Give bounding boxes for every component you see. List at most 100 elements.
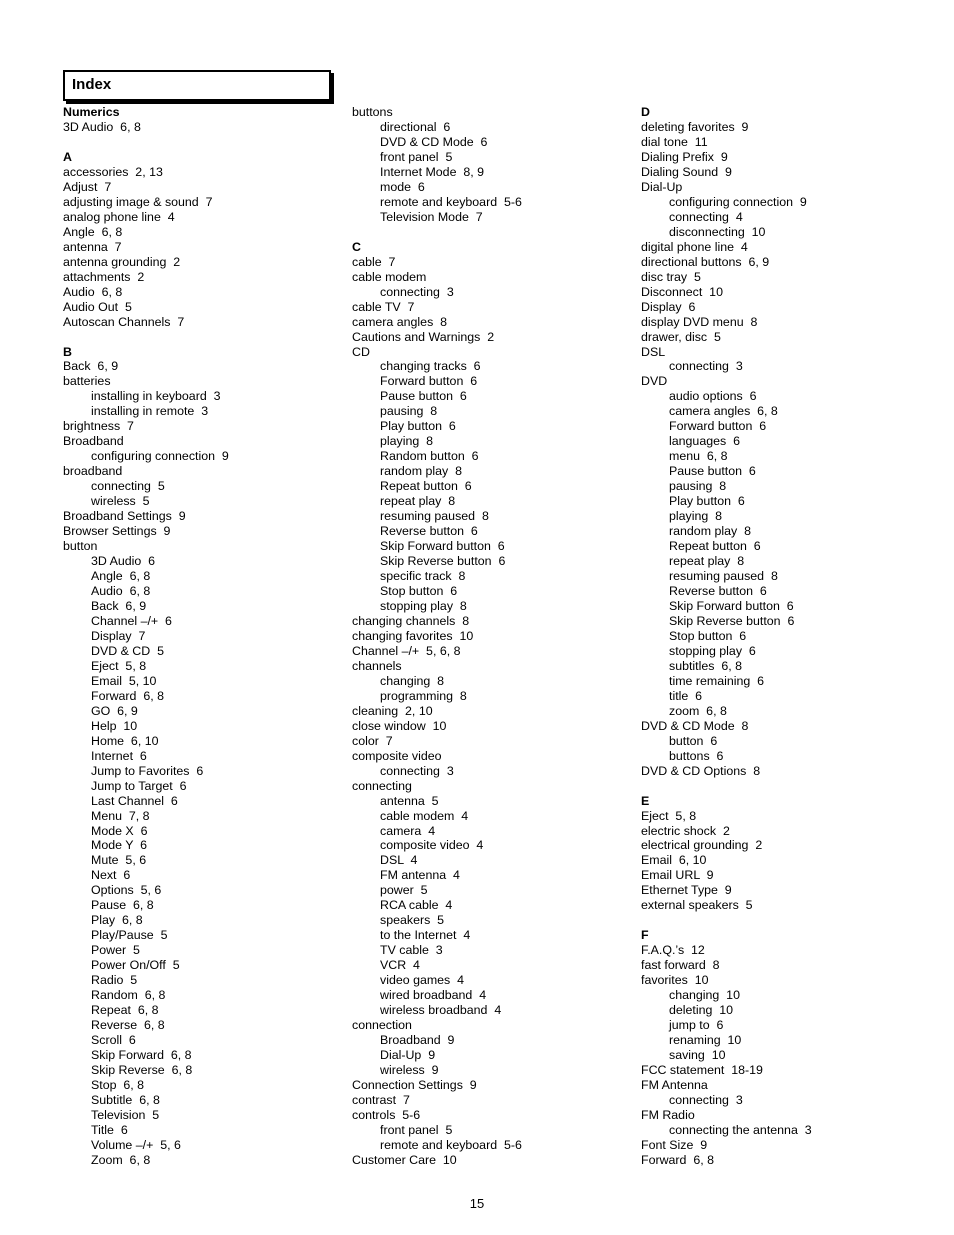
index-subentry: Eject 5, 8 [91,658,147,673]
index-subentry: programming 8 [380,688,467,703]
index-subentry: Stop button 6 [380,584,458,598]
index-subentry: jump to 6 [669,1018,724,1033]
index-subentry: Next 6 [91,868,131,883]
index-entry: Audio 6, 8 [63,284,123,299]
index-column-2: buttons directional 6 DVD & CD Mode 6 front… [352,105,632,1168]
page-number: 15 [469,1196,485,1211]
index-entry: DSL [641,344,666,359]
index-entry: CD [352,344,370,359]
index-column-1: Numerics 3D Audio 6, 8 Aaccessories 2, 13 A… [63,105,343,1168]
index-subentry: saving 10 [669,1048,726,1063]
index-entry: Font Size 9 [641,1137,708,1152]
index-subentry: Play button 6 [669,494,745,509]
index-subentry: Jump to Favorites 6 [91,763,204,778]
index-entry: DVD & CD Options 8 [641,763,761,778]
index-subentry: wireless broadband 4 [380,1003,502,1018]
index-subentry: connecting 5 [91,479,165,494]
index-entry: drawer, disc 5 [641,329,721,344]
index-subentry: GO 6, 9 [91,703,138,718]
index-section-heading: E [641,793,650,808]
index-entry: Email 6, 10 [641,853,707,868]
index-subentry: changing 8 [380,673,445,688]
index-subentry: FM antenna 4 [380,868,460,883]
index-subentry: remote and keyboard 5-6 [380,1137,522,1152]
index-subentry: Radio 5 [91,973,138,988]
index-entry: Dial-Up [641,179,683,194]
index-subentry: languages 6 [669,434,740,449]
index-subentry: repeat play 8 [669,554,745,569]
index-subentry: Display 7 [91,628,146,643]
index-subentry: Play button 6 [380,419,456,434]
index-subentry: Volume –/+ 5, 6 [91,1137,181,1152]
index-entry: FM Antenna [641,1077,708,1092]
index-entry: electrical grounding 2 [641,838,763,853]
index-subentry: Help 10 [91,718,138,733]
index-subentry: mode 6 [380,179,425,194]
index-subentry: Forward button 6 [380,374,478,389]
index-subentry: Random 6, 8 [91,988,166,1003]
index-subentry: connecting 3 [380,284,454,299]
index-entry: Connection Settings 9 [352,1077,477,1092]
index-entry: external speakers 5 [641,898,753,913]
index-entry: camera angles 8 [352,314,448,329]
index-subentry: changing tracks 6 [380,359,481,374]
index-entry: FCC statement 18-19 [641,1063,763,1077]
index-subentry: Jump to Target 6 [91,778,187,793]
index-subentry: playing 8 [669,509,723,524]
index-subentry: audio options 6 [669,389,757,404]
index-entry: close window 10 [352,718,447,733]
index-subentry: Repeat button 6 [669,539,761,554]
index-subentry: DVD & CD 5 [91,643,164,658]
index-subentry: configuring connection 9 [91,449,229,464]
index-entry: Display 6 [641,299,696,314]
index-subentry: connecting 3 [669,359,743,374]
index-subentry: Title 6 [91,1122,128,1137]
index-subentry: DVD & CD Mode 6 [380,134,488,149]
index-subentry: 3D Audio 6 [91,554,156,569]
index-subentry: button 6 [669,733,718,748]
index-subentry: resuming paused 8 [669,569,778,584]
index-entry: FM Radio [641,1107,695,1122]
index-subentry: installing in remote 3 [91,404,209,419]
index-subentry: DSL 4 [380,853,418,868]
index-entry: broadband [63,464,123,479]
index-subentry: Internet Mode 8, 9 [380,164,485,179]
index-subentry: subtitles 6, 8 [669,658,743,673]
index-subentry: composite video 4 [380,838,484,853]
index-entry: Browser Settings 9 [63,524,171,539]
index-title-box: Index [63,70,331,101]
index-entry: antenna 7 [63,239,122,254]
index-subentry: directional 6 [380,119,451,134]
index-entry: Dialing Prefix 9 [641,149,728,164]
index-entry: cable modem [352,269,427,284]
index-subentry: RCA cable 4 [380,898,453,913]
index-subentry: VCR 4 [380,958,420,973]
index-entry: display DVD menu 8 [641,314,758,329]
index-subentry: Reverse button 6 [380,524,478,539]
index-subentry: Reverse button 6 [669,584,767,598]
index-subentry: Forward 6, 8 [91,688,164,703]
index-entry: 3D Audio 6, 8 [63,119,141,134]
index-subentry: Skip Forward button 6 [669,598,794,613]
index-subentry: power 5 [380,883,428,898]
index-subentry: Mode Y 6 [91,838,148,853]
index-subentry: stopping play 8 [380,598,467,613]
index-subentry: Home 6, 10 [91,733,159,748]
index-subentry: Skip Reverse 6, 8 [91,1063,193,1077]
index-subentry: connecting the antenna 3 [669,1122,812,1137]
index-entry: accessories 2, 13 [63,164,163,179]
index-entry: button [63,539,98,554]
index-entry: digital phone line 4 [641,239,748,254]
index-entry: Back 6, 9 [63,359,119,374]
index-subentry: antenna 5 [380,793,439,808]
index-subentry: playing 8 [380,434,434,449]
index-subentry: Back 6, 9 [91,598,147,613]
index-subentry: Skip Forward button 6 [380,539,505,554]
index-section-heading: A [63,149,72,164]
index-entry: directional buttons 6, 9 [641,254,770,269]
index-subentry: Forward button 6 [669,419,767,434]
index-spacer [63,330,343,345]
index-entry: Adjust 7 [63,179,112,194]
index-entry: attachments 2 [63,269,145,284]
index-column-3: Ddeleting favorites 9 dial tone 11 Dialing… [641,105,921,1168]
